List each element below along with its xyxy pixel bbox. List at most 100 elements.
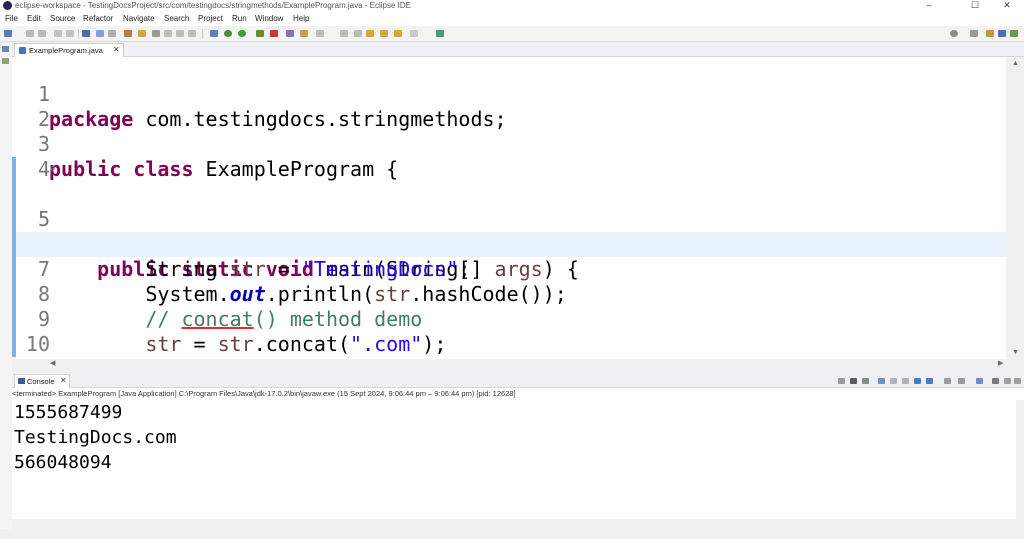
- java-ee-perspective-icon[interactable]: [986, 30, 994, 37]
- code-editor[interactable]: 1 package com.testingdocs.stringmethods;…: [12, 57, 1006, 359]
- terminal-icon[interactable]: [82, 30, 90, 37]
- menu-search[interactable]: Search: [164, 14, 189, 23]
- editor-horizontal-scrollbar[interactable]: ◀ ▶: [12, 359, 1006, 368]
- next-annotation-icon[interactable]: [340, 30, 348, 37]
- console-tab-bar: Console ✕: [12, 373, 1024, 388]
- remove-all-icon[interactable]: [862, 378, 869, 384]
- left-trim: [0, 42, 12, 539]
- coverage-icon[interactable]: [256, 30, 264, 37]
- scroll-lock-icon[interactable]: [890, 378, 897, 384]
- back-icon[interactable]: [380, 30, 388, 37]
- menu-navigate[interactable]: Navigate: [123, 14, 155, 23]
- minimize-button[interactable]: –: [914, 0, 944, 12]
- menu-file[interactable]: File: [5, 14, 18, 23]
- run-icon[interactable]: [238, 30, 246, 37]
- undo-icon[interactable]: [54, 30, 62, 37]
- save-all-icon[interactable]: [38, 30, 46, 37]
- java-perspective-icon[interactable]: [998, 30, 1006, 37]
- tab-console[interactable]: Console ✕: [14, 374, 70, 388]
- scroll-left-icon[interactable]: ◀: [50, 359, 55, 367]
- pin-console-icon[interactable]: [944, 378, 951, 384]
- external-tools-icon[interactable]: [270, 30, 278, 37]
- save-icon[interactable]: [26, 30, 34, 37]
- clear-console-icon[interactable]: [878, 378, 885, 384]
- close-button[interactable]: ✕: [992, 0, 1022, 12]
- menu-edit[interactable]: Edit: [27, 14, 41, 23]
- close-tab-icon[interactable]: ✕: [113, 45, 120, 54]
- forward-history-icon[interactable]: [410, 30, 418, 37]
- terminate-icon[interactable]: [838, 378, 845, 384]
- menu-bar: File Edit Source Refactor Navigate Searc…: [0, 12, 1024, 26]
- package-icon[interactable]: [124, 30, 132, 37]
- code-line: 7 System.out.println(str.hashCode());: [12, 207, 1006, 306]
- menu-window[interactable]: Window: [255, 14, 283, 23]
- show-stdout-icon[interactable]: [914, 378, 921, 384]
- package-explorer-icon[interactable]: [2, 46, 9, 52]
- console-horizontal-scrollbar[interactable]: [12, 519, 1024, 529]
- scroll-up-icon[interactable]: ▲: [1012, 60, 1019, 67]
- tab-example-program[interactable]: ExampleProgram.java ✕: [14, 43, 124, 57]
- code-line: 1 package com.testingdocs.stringmethods;: [12, 57, 1006, 131]
- menu-run[interactable]: Run: [232, 14, 247, 23]
- scroll-down-icon[interactable]: ▼: [1012, 349, 1019, 356]
- toggle-icon[interactable]: [152, 30, 160, 37]
- mark-icon[interactable]: [164, 30, 172, 37]
- status-bar: [0, 529, 1024, 539]
- last-edit-icon[interactable]: [366, 30, 374, 37]
- menu-help[interactable]: Help: [293, 14, 309, 23]
- close-tab-icon[interactable]: ✕: [60, 376, 67, 385]
- change-marker: [12, 182, 16, 207]
- console-line: TestingDocs.com: [14, 427, 177, 448]
- console-vertical-scrollbar[interactable]: [1016, 400, 1024, 519]
- whitespace-icon[interactable]: [188, 30, 196, 37]
- new-java-project-icon[interactable]: [286, 30, 294, 37]
- change-marker: [12, 232, 16, 257]
- console-line: 566048094: [14, 452, 112, 473]
- change-marker: [12, 157, 16, 182]
- word-wrap-icon[interactable]: [902, 378, 909, 384]
- menu-project[interactable]: Project: [198, 14, 223, 23]
- search-icon[interactable]: [950, 30, 958, 37]
- menu-source[interactable]: Source: [50, 14, 75, 23]
- java-file-icon: [19, 47, 26, 54]
- open-console-icon[interactable]: [976, 378, 983, 384]
- show-stderr-icon[interactable]: [926, 378, 933, 384]
- change-marker: [12, 307, 16, 332]
- skip-breakpoints-icon[interactable]: [210, 30, 218, 37]
- pin-editor-icon[interactable]: [436, 30, 444, 37]
- new-package-icon[interactable]: [300, 30, 308, 37]
- minimize-view-icon[interactable]: [1004, 378, 1011, 384]
- code-line-current: 8 // concat() method demo: [12, 232, 1006, 331]
- change-marker: [12, 257, 16, 282]
- fold-icon[interactable]: ⊖: [50, 157, 55, 182]
- display-console-icon[interactable]: [958, 378, 965, 384]
- code-line: 6 String str = "TestingDocs";: [12, 182, 1006, 281]
- search-files-icon[interactable]: [108, 30, 116, 37]
- occurrences-icon[interactable]: [176, 30, 184, 37]
- remove-launch-icon[interactable]: [850, 378, 857, 384]
- debug-icon[interactable]: [224, 30, 232, 37]
- prev-annotation-icon[interactable]: [354, 30, 362, 37]
- change-marker: [12, 332, 16, 357]
- console-output[interactable]: 1555687499 TestingDocs.com 566048094: [12, 400, 1016, 519]
- main-toolbar: [0, 26, 1024, 42]
- open-type-icon[interactable]: [96, 30, 104, 37]
- maximize-view-icon[interactable]: [1014, 378, 1021, 384]
- view-menu-icon[interactable]: [992, 378, 999, 384]
- editor-vertical-scrollbar[interactable]: ▲ ▼: [1006, 57, 1024, 359]
- console-line: 1555687499: [14, 402, 123, 423]
- outline-icon[interactable]: [2, 58, 9, 64]
- debug-perspective-icon[interactable]: [1010, 30, 1018, 37]
- annotation-icon[interactable]: [316, 30, 324, 37]
- window-title: eclipse-workspace - TestingDocsProject/s…: [15, 1, 412, 10]
- scroll-right-icon[interactable]: ▶: [998, 359, 1003, 367]
- menu-refactor[interactable]: Refactor: [83, 14, 113, 23]
- forward-icon[interactable]: [394, 30, 402, 37]
- open-perspective-icon[interactable]: [970, 30, 978, 37]
- console-tab-label: Console: [27, 377, 55, 386]
- new-icon[interactable]: [4, 30, 12, 37]
- maximize-button[interactable]: ☐: [960, 0, 990, 12]
- redo-icon[interactable]: [66, 30, 74, 37]
- class-icon[interactable]: [138, 30, 146, 37]
- editor-tab-label: ExampleProgram.java: [29, 46, 103, 55]
